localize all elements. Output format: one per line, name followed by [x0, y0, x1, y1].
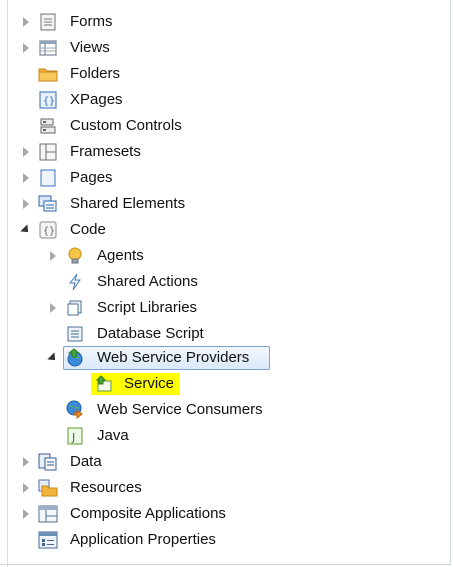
tree-item-script-libraries[interactable]: Script Libraries: [97, 298, 197, 318]
service-icon: [94, 374, 114, 394]
script-libraries-icon: [65, 298, 85, 318]
expand-pages-toggle[interactable]: [20, 172, 32, 184]
tree-item-forms[interactable]: Forms: [70, 12, 113, 32]
folder-icon: [38, 64, 58, 84]
tree-item-application-properties[interactable]: Application Properties: [70, 530, 216, 550]
tree-item-java[interactable]: Java: [97, 426, 129, 446]
views-icon: [38, 38, 58, 58]
pages-icon: [38, 168, 58, 188]
tree-item-resources[interactable]: Resources: [70, 478, 142, 498]
tree-item-code[interactable]: Code: [70, 220, 106, 240]
tree-item-agents[interactable]: Agents: [97, 246, 144, 266]
data-icon: [38, 452, 58, 472]
tree-item-xpages[interactable]: XPages: [70, 90, 123, 110]
application-properties-icon: [38, 530, 58, 550]
xpages-icon: {}: [38, 90, 58, 110]
collapse-web-service-providers-toggle[interactable]: [47, 352, 59, 364]
resources-icon: [38, 478, 58, 498]
svg-text:{}: {}: [43, 226, 55, 237]
tree-item-data[interactable]: Data: [70, 452, 102, 472]
expand-agents-toggle[interactable]: [47, 250, 59, 262]
expand-script-libraries-toggle[interactable]: [47, 302, 59, 314]
shared-actions-lightning-icon: [65, 272, 85, 292]
agent-lightbulb-icon: [65, 246, 85, 266]
tree-item-views[interactable]: Views: [70, 38, 110, 58]
svg-text:{}: {}: [43, 96, 55, 107]
tree-item-custom-controls[interactable]: Custom Controls: [70, 116, 182, 136]
web-service-consumer-icon: [65, 400, 85, 420]
expand-data-toggle[interactable]: [20, 456, 32, 468]
expand-resources-toggle[interactable]: [20, 482, 32, 494]
tree-item-database-script[interactable]: Database Script: [97, 324, 204, 344]
tree-item-framesets[interactable]: Framesets: [70, 142, 141, 162]
expand-forms-toggle[interactable]: [20, 16, 32, 28]
shared-elements-icon: [38, 194, 58, 214]
forms-icon: [38, 12, 58, 32]
tree-item-shared-elements[interactable]: Shared Elements: [70, 194, 185, 214]
tree-item-shared-actions[interactable]: Shared Actions: [97, 272, 198, 292]
tree-item-service[interactable]: Service: [124, 374, 174, 394]
panel-border: [7, 0, 8, 567]
expand-framesets-toggle[interactable]: [20, 146, 32, 158]
svg-text:J: J: [71, 431, 75, 444]
tree-item-folders[interactable]: Folders: [70, 64, 120, 84]
expand-composite-applications-toggle[interactable]: [20, 508, 32, 520]
collapse-code-toggle[interactable]: [20, 224, 32, 236]
java-icon: J: [65, 426, 85, 446]
expand-shared-elements-toggle[interactable]: [20, 198, 32, 210]
composite-applications-icon: [38, 504, 58, 524]
framesets-icon: [38, 142, 58, 162]
tree-item-pages[interactable]: Pages: [70, 168, 113, 188]
custom-controls-icon: [38, 116, 58, 136]
database-script-icon: [65, 324, 85, 344]
web-service-provider-icon: [65, 348, 85, 368]
tree-item-web-service-providers[interactable]: Web Service Providers: [97, 348, 249, 368]
code-icon: {}: [38, 220, 58, 240]
tree-item-web-service-consumers[interactable]: Web Service Consumers: [97, 400, 263, 420]
expand-views-toggle[interactable]: [20, 42, 32, 54]
tree-item-composite-applications[interactable]: Composite Applications: [70, 504, 226, 524]
